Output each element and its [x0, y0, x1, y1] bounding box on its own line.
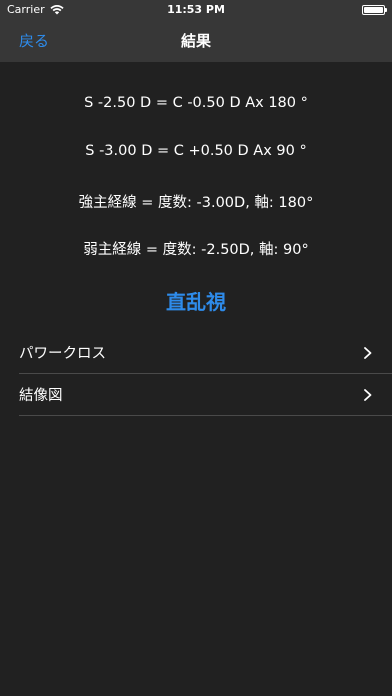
result-line-2: S -3.00 D = C +0.50 D Ax 90 °: [85, 143, 307, 159]
page-title: 結果: [180, 32, 211, 50]
status-time: 11:53 PM: [167, 3, 225, 16]
strong-meridian-line: 強主経線 = 度数: -3.00D, 軸: 180°: [78, 195, 314, 211]
navigation-bar: 戻る 結果: [0, 20, 392, 62]
result-list: パワークロス 結像図: [19, 332, 392, 416]
list-item-power-cross[interactable]: パワークロス: [19, 332, 392, 374]
weak-meridian-line: 弱主経線 = 度数: -2.50D, 軸: 90°: [83, 242, 309, 258]
status-bar: Carrier 11:53 PM: [0, 0, 392, 20]
chevron-right-icon: [364, 389, 372, 401]
list-item-label: 結像図: [19, 388, 63, 404]
diagnosis-label: 直乱視: [166, 290, 226, 314]
result-line-1: S -2.50 D = C -0.50 D Ax 180 °: [84, 95, 308, 111]
battery-icon: [362, 5, 387, 15]
list-item-label: パワークロス: [19, 346, 106, 362]
list-item-image-diagram[interactable]: 結像図: [19, 374, 392, 416]
chevron-right-icon: [364, 347, 372, 359]
